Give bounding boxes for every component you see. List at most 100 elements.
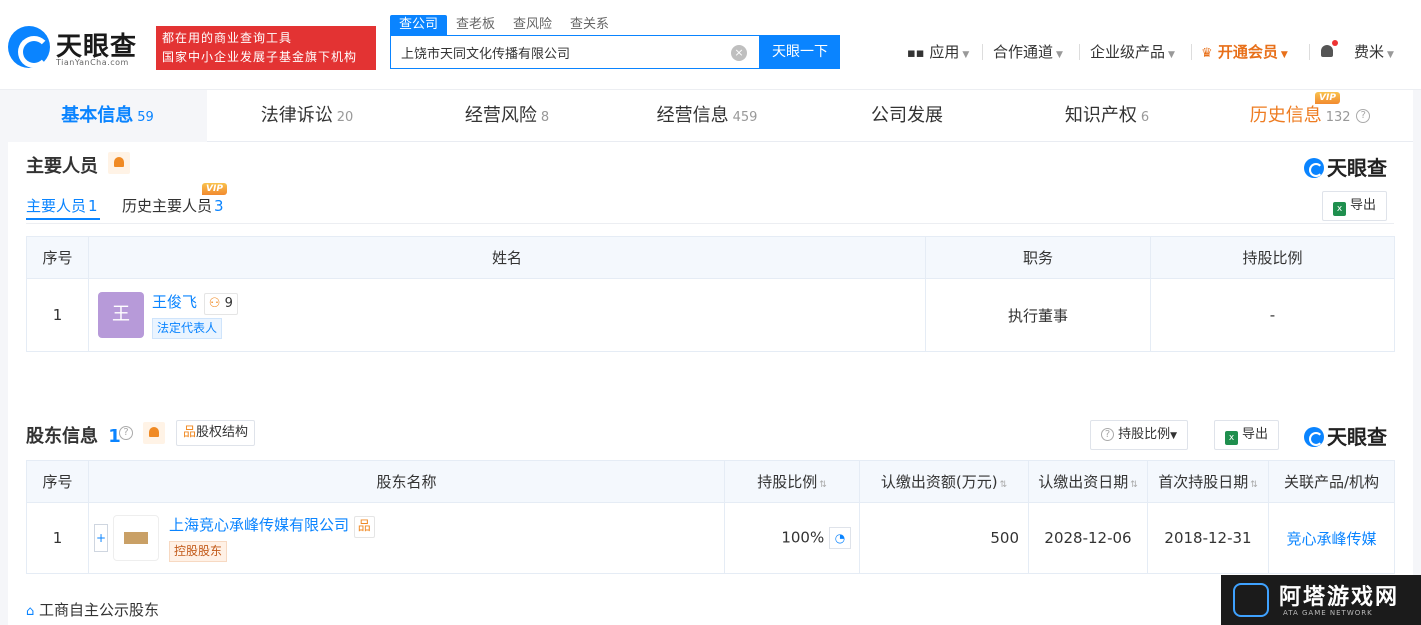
tab-label: 公司发展 (871, 105, 943, 126)
nav-channel-label: 合作通道 (993, 43, 1054, 61)
search-tab-relation[interactable]: 查关系 (561, 15, 618, 35)
nav-enterprise[interactable]: 企业级产品 ▼ (1090, 40, 1175, 64)
help-icon[interactable]: ? (1356, 109, 1371, 123)
search-type-tabs: 查公司 查老板 查风险 查关系 (390, 15, 618, 35)
search-tab-company[interactable]: 查公司 (390, 15, 448, 35)
tyc-logo-icon (1304, 427, 1324, 447)
search-tab-risk[interactable]: 查风险 (504, 15, 561, 35)
subtab-label: 历史主要人员 (122, 197, 213, 215)
column-label: 认缴出资额(万元) (880, 473, 998, 491)
pie-chart-icon[interactable]: ◔ (829, 527, 851, 549)
caret-down-icon: ▼ (1170, 431, 1178, 441)
notification-bell-icon[interactable] (1319, 40, 1338, 60)
name-cell: 王 王俊飞 ⚇ 9 法定代表人 (88, 278, 926, 352)
search-box: × (390, 35, 760, 69)
column-header: 姓名 (88, 236, 926, 279)
subtab-personnel[interactable]: 主要人员 1 (26, 195, 98, 216)
tab-count: 20 (336, 110, 354, 125)
section-title-text: 股东信息 (26, 426, 98, 447)
shareholder-name-link[interactable]: 上海竞心承峰传媒有限公司 (169, 516, 349, 534)
relation-count: 9 (224, 296, 233, 311)
column-header: 关联产品/机构 (1268, 460, 1395, 503)
subtab-underline (26, 218, 100, 220)
slogan-line-1: 都在用的商业查询工具 (162, 31, 293, 45)
nav-vip[interactable]: ♛ 开通会员 ▼ (1201, 40, 1288, 64)
public-shareholders-note[interactable]: ⌂ 工商自主公示股东 (26, 599, 159, 620)
subscribe-bell-icon[interactable] (143, 422, 165, 444)
subtab-label: 主要人员 (26, 197, 87, 215)
tab-count: 132 (1325, 110, 1351, 125)
tianyancha-logo[interactable]: 天眼查 TianYanCha.com (8, 26, 148, 70)
tab-operating-risk[interactable]: 经营风险 8 (407, 90, 607, 142)
caret-down-icon: ▼ (962, 50, 970, 60)
tab-label: 基本信息 (61, 105, 134, 126)
expand-icon[interactable]: + (94, 524, 108, 552)
legal-rep-tag: 法定代表人 (152, 318, 223, 339)
logo-icon (8, 26, 50, 68)
nav-divider (1079, 44, 1080, 60)
tab-litigation[interactable]: 法律诉讼 20 (207, 90, 407, 142)
position-cell: 执行董事 (925, 278, 1151, 352)
export-button[interactable]: x 导出 (1214, 420, 1280, 450)
table-row: 1 + 上海竞心承峰传媒有限公司 品 控股股东 100% ◔ 500 2028-… (26, 502, 1395, 574)
structure-icon[interactable]: 品 (353, 516, 375, 538)
tab-operating-info[interactable]: 经营信息 459 (607, 90, 807, 142)
crown-icon: ♛ (1201, 46, 1213, 61)
row-index: 1 (26, 502, 89, 574)
sort-icon: ⇅ (819, 480, 827, 490)
nav-enterprise-label: 企业级产品 (1090, 43, 1166, 61)
controlling-shareholder-tag: 控股股东 (169, 541, 228, 562)
slogan-banner: 都在用的商业查询工具 国家中小企业发展子基金旗下机构 (156, 26, 376, 70)
caret-down-icon: ▼ (1056, 50, 1063, 60)
tab-label: 法律诉讼 (260, 105, 333, 126)
subtab-history-personnel[interactable]: 历史主要人员 3 VIP (122, 183, 227, 216)
nav-vip-label: 开通会员 (1217, 43, 1278, 61)
search-input[interactable] (391, 36, 721, 68)
slogan-line-2: 国家中小企业发展子基金旗下机构 (162, 50, 358, 64)
subtab-count: 1 (88, 197, 98, 215)
column-header: 股东名称 (88, 460, 725, 503)
nav-user[interactable]: 费米 ▼ (1354, 40, 1394, 64)
tab-basic-info[interactable]: 基本信息 59 (8, 90, 207, 142)
help-icon[interactable]: ? (119, 426, 133, 440)
grid-icon: ▪▪ (907, 46, 925, 61)
tab-company-development[interactable]: 公司发展 (807, 90, 1007, 142)
caret-down-icon: ▼ (1387, 50, 1394, 60)
table-row: 1 王 王俊飞 ⚇ 9 法定代表人 执行董事 - (26, 278, 1395, 352)
tab-ip[interactable]: 知识产权 6 (1007, 90, 1207, 142)
person-name-link[interactable]: 王俊飞 (152, 293, 197, 311)
equity-structure-button[interactable]: 品股权结构 (176, 420, 256, 446)
share-ratio-dropdown[interactable]: ? 持股比例▼ (1090, 420, 1189, 450)
related-product-link[interactable]: 竞心承峰传媒 (1286, 530, 1376, 548)
search-tab-boss[interactable]: 查老板 (447, 15, 504, 35)
column-label: 持股比例 (757, 473, 818, 491)
column-header: 序号 (26, 460, 89, 503)
tab-count: 59 (137, 110, 154, 125)
excel-icon: x (1333, 202, 1346, 216)
nav-user-label: 费米 (1354, 43, 1385, 61)
clear-icon[interactable]: × (731, 45, 747, 61)
nav-channel[interactable]: 合作通道 ▼ (993, 40, 1063, 64)
search-button[interactable]: 天眼一下 (760, 35, 840, 69)
column-header-sortable[interactable]: 认缴出资额(万元) ⇅ (859, 460, 1029, 503)
nav-apps[interactable]: ▪▪ 应用 ▼ (907, 40, 969, 64)
subtab-count: 3 (214, 197, 224, 215)
tab-label: 知识产权 (1064, 105, 1137, 126)
column-header-sortable[interactable]: 首次持股日期 ⇅ (1147, 460, 1269, 503)
section-title-shareholders: 股东信息 1 (26, 422, 121, 448)
subscribe-bell-icon[interactable] (108, 152, 130, 174)
relation-badge[interactable]: ⚇ 9 (203, 293, 238, 315)
nav-divider (982, 44, 983, 60)
column-header-sortable[interactable]: 认缴出资日期 ⇅ (1028, 460, 1148, 503)
brand-mark-text: 天眼查 (1327, 156, 1387, 180)
share-ratio-label: 持股比例 (1118, 427, 1171, 442)
company-logo (113, 515, 159, 561)
export-button[interactable]: x 导出 (1322, 191, 1388, 221)
caret-down-icon: ▼ (1168, 50, 1175, 60)
divider (26, 223, 1394, 224)
tab-history-info[interactable]: 历史信息 132 ? VIP (1207, 90, 1413, 142)
shareholder-name-cell: + 上海竞心承峰传媒有限公司 品 控股股东 (88, 502, 725, 574)
tyc-logo-icon (1304, 158, 1324, 178)
column-header-sortable[interactable]: 持股比例 ⇅ (724, 460, 860, 503)
sort-icon: ⇅ (1250, 480, 1258, 490)
